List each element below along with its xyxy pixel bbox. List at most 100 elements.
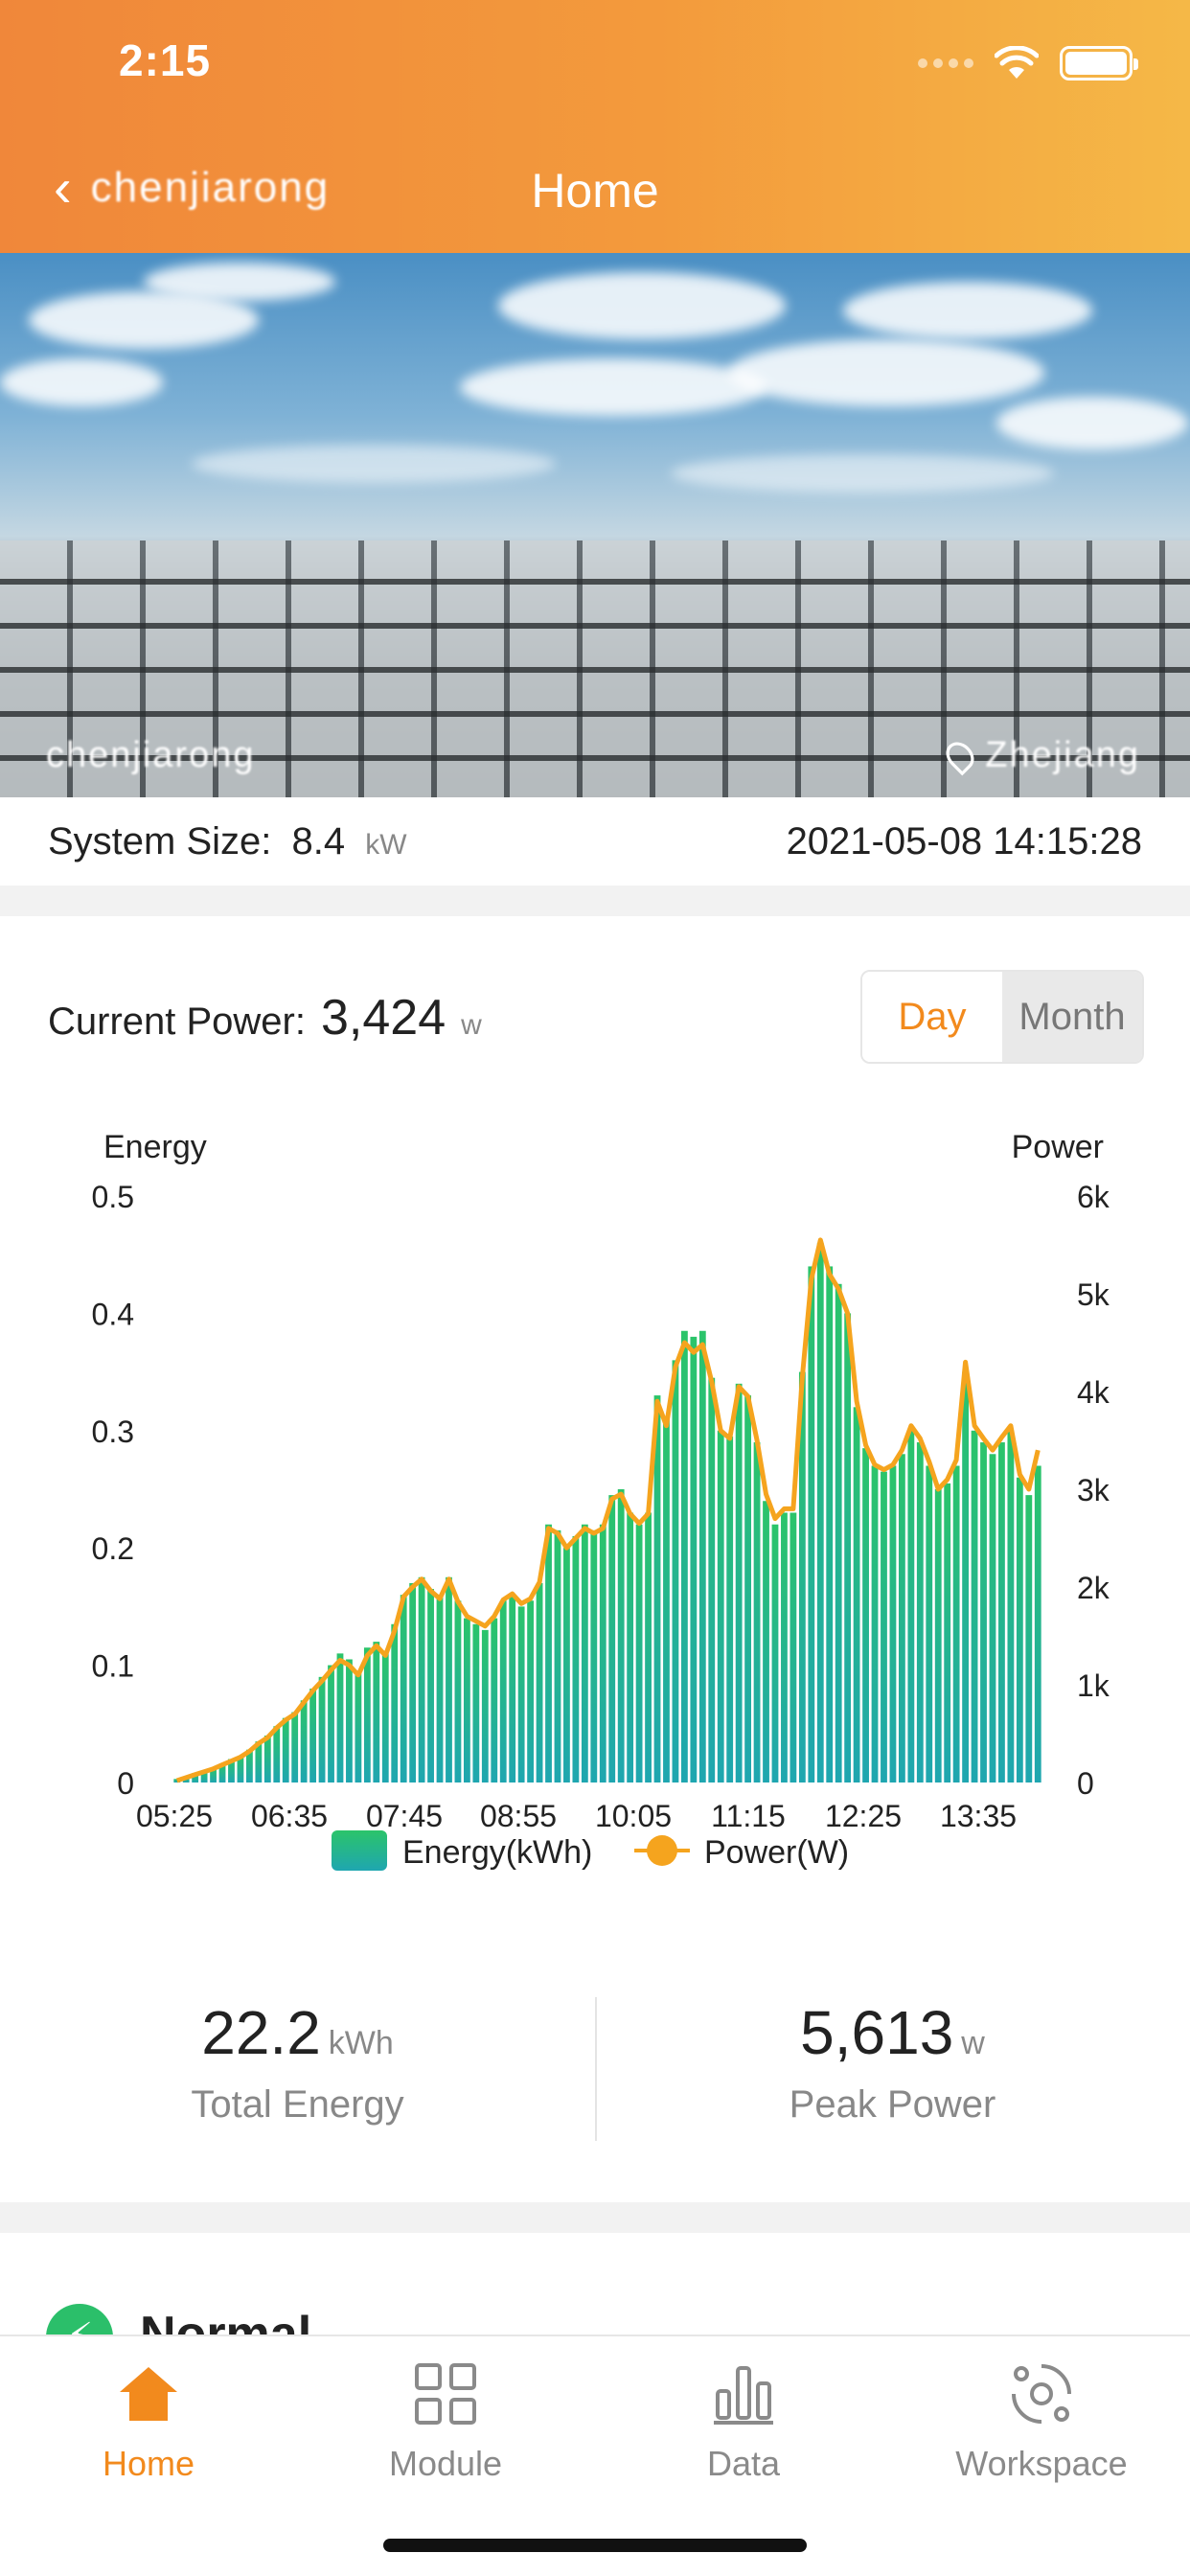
battery-icon bbox=[1060, 46, 1138, 80]
toggle-day[interactable]: Day bbox=[862, 972, 1002, 1062]
energy-bar bbox=[717, 1430, 724, 1782]
legend-power-dot bbox=[647, 1835, 677, 1866]
toggle-month[interactable]: Month bbox=[1002, 972, 1142, 1062]
energy-bar bbox=[1025, 1495, 1033, 1782]
energy-bar bbox=[328, 1665, 334, 1782]
energy-bar bbox=[363, 1647, 371, 1782]
current-power-unit: w bbox=[461, 1009, 482, 1041]
energy-bar bbox=[454, 1600, 462, 1782]
current-power-value: 3,424 bbox=[320, 990, 446, 1046]
energy-bar bbox=[355, 1670, 362, 1782]
x-tick: 12:25 bbox=[825, 1799, 902, 1833]
legend-power-label: Power(W) bbox=[704, 1834, 849, 1871]
power-card: Current Power: 3,424 w Day Month Energy … bbox=[0, 916, 1190, 2202]
x-tick: 08:55 bbox=[480, 1799, 557, 1833]
total-energy-unit: kWh bbox=[328, 2025, 394, 2061]
app-header: 2:15 ‹ chenjiarong Home bbox=[0, 0, 1190, 253]
tab-workspace[interactable]: Workspace bbox=[893, 2356, 1190, 2484]
energy-bar bbox=[318, 1676, 326, 1782]
x-tick: 13:35 bbox=[940, 1799, 1017, 1833]
energy-bar bbox=[509, 1595, 516, 1782]
legend-energy-swatch bbox=[332, 1830, 387, 1871]
status-card[interactable]: ⚡ Normal bbox=[0, 2233, 1190, 2348]
energy-bar bbox=[952, 1465, 960, 1782]
energy-bar bbox=[572, 1535, 580, 1782]
home-indicator bbox=[383, 2539, 807, 2552]
energy-bar bbox=[545, 1524, 552, 1782]
energy-bar bbox=[926, 1465, 933, 1782]
workspace-icon bbox=[893, 2356, 1190, 2432]
energy-bar bbox=[907, 1430, 915, 1782]
energy-bar bbox=[962, 1371, 970, 1782]
grid-icon bbox=[297, 2356, 594, 2432]
current-power-label: Current Power: bbox=[48, 1000, 306, 1043]
energy-bar bbox=[391, 1623, 399, 1782]
station-location: Zhejiang bbox=[940, 735, 1140, 776]
tab-module-label: Module bbox=[388, 2444, 503, 2483]
energy-bar bbox=[835, 1283, 842, 1782]
energy-bar bbox=[446, 1576, 452, 1782]
y-right-tick: 3k bbox=[1077, 1473, 1110, 1507]
x-tick: 10:05 bbox=[595, 1799, 672, 1833]
y-left-tick: 0.1 bbox=[92, 1649, 134, 1684]
energy-bar bbox=[763, 1501, 769, 1782]
system-info-strip: System Size: 8.4 kW 2021-05-08 14:15:28 bbox=[0, 797, 1190, 886]
energy-bar bbox=[527, 1600, 535, 1782]
energy-bar bbox=[708, 1377, 716, 1782]
energy-bar bbox=[309, 1689, 317, 1782]
y-right-tick: 4k bbox=[1077, 1375, 1110, 1410]
energy-bar bbox=[263, 1736, 271, 1782]
page-title: Home bbox=[531, 164, 659, 218]
energy-bar bbox=[998, 1442, 1005, 1782]
y-left-tick: 0.4 bbox=[92, 1297, 134, 1331]
chart-legend: Energy(kWh) Power(W) bbox=[332, 1830, 849, 1871]
energy-bar bbox=[427, 1589, 434, 1782]
energy-bar bbox=[898, 1454, 905, 1782]
location-text: Zhejiang bbox=[985, 735, 1140, 775]
system-size: System Size: 8.4 kW bbox=[48, 820, 407, 863]
last-update-datetime: 2021-05-08 14:15:28 bbox=[786, 819, 1142, 862]
tab-home[interactable]: Home bbox=[0, 2356, 297, 2484]
energy-bar bbox=[980, 1442, 987, 1782]
status-icons bbox=[918, 46, 1138, 80]
total-energy-stat: 22.2 kWh Total Energy bbox=[0, 1997, 595, 2141]
y-right-tick: 0 bbox=[1077, 1766, 1094, 1801]
energy-bar bbox=[645, 1512, 652, 1782]
total-energy-value: 22.2 bbox=[201, 1998, 321, 2067]
y-left-tick: 0 bbox=[117, 1766, 134, 1801]
energy-bar bbox=[1007, 1430, 1015, 1782]
energy-bar bbox=[672, 1360, 679, 1782]
energy-bar bbox=[889, 1465, 897, 1782]
peak-power-value: 5,613 bbox=[800, 1998, 954, 2067]
period-toggle[interactable]: Day Month bbox=[860, 970, 1144, 1064]
tab-data[interactable]: Data bbox=[595, 2356, 892, 2484]
energy-bar bbox=[617, 1489, 625, 1782]
energy-bar bbox=[517, 1606, 525, 1782]
energy-bar bbox=[1016, 1477, 1023, 1782]
energy-bar bbox=[844, 1313, 852, 1782]
home-icon bbox=[0, 2356, 297, 2432]
energy-bar bbox=[916, 1442, 924, 1782]
energy-bar bbox=[690, 1336, 698, 1782]
energy-bar bbox=[336, 1653, 344, 1782]
status-time: 2:15 bbox=[119, 35, 212, 85]
energy-bar bbox=[282, 1717, 289, 1782]
wifi-icon bbox=[995, 46, 1039, 79]
right-axis-title: Power bbox=[1012, 1129, 1104, 1165]
y-left-tick: 0.3 bbox=[92, 1414, 134, 1449]
tab-module[interactable]: Module bbox=[297, 2356, 594, 2484]
peak-power-stat: 5,613 w Peak Power bbox=[595, 1997, 1190, 2141]
energy-bar bbox=[400, 1595, 407, 1782]
y-left-tick: 0.2 bbox=[92, 1531, 134, 1566]
bar-chart-icon bbox=[595, 2356, 892, 2432]
energy-bar bbox=[1034, 1465, 1041, 1782]
energy-bar bbox=[853, 1407, 860, 1782]
summary-stats: 22.2 kWh Total Energy 5,613 w Peak Power bbox=[0, 1997, 1190, 2141]
energy-bar bbox=[871, 1465, 879, 1782]
energy-bar bbox=[989, 1454, 996, 1782]
energy-bar bbox=[599, 1524, 606, 1782]
energy-bar bbox=[463, 1618, 470, 1782]
energy-bar bbox=[744, 1395, 752, 1782]
y-left-tick: 0.5 bbox=[92, 1180, 134, 1214]
energy-bar bbox=[273, 1726, 281, 1782]
